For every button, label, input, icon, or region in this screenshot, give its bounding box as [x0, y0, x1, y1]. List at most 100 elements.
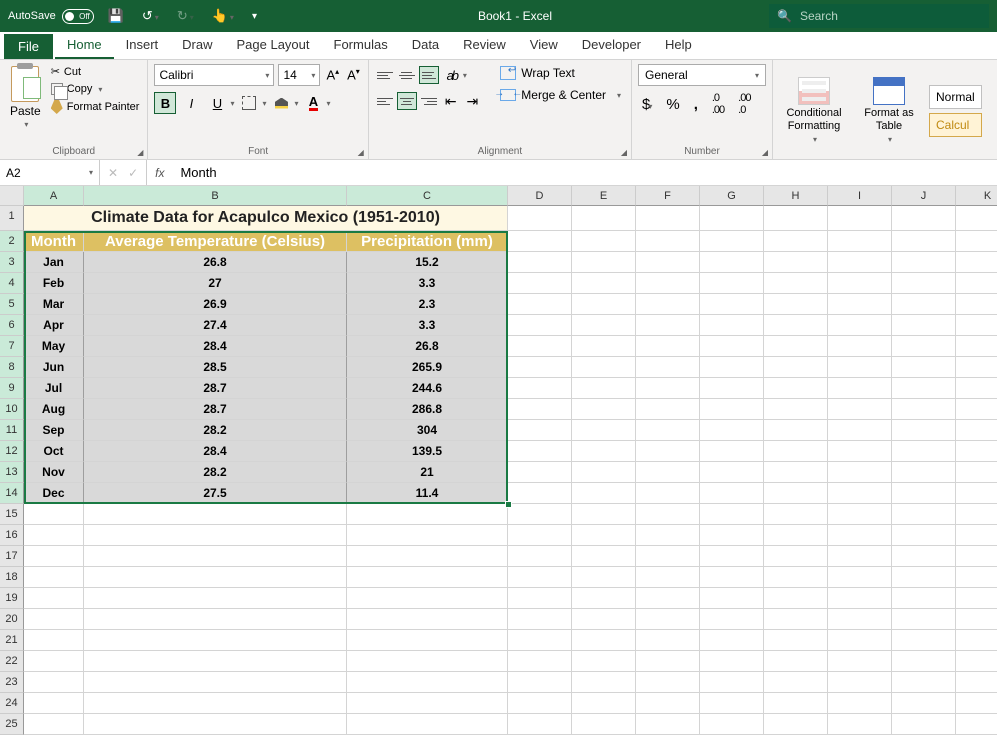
- cell-precip[interactable]: 21: [347, 462, 508, 483]
- row-header-1[interactable]: 1: [0, 206, 24, 231]
- cell[interactable]: [956, 336, 997, 357]
- cell-temp[interactable]: 28.2: [84, 462, 347, 483]
- cell-month[interactable]: Jun: [24, 357, 84, 378]
- cell[interactable]: [508, 525, 572, 546]
- format-painter-button[interactable]: Format Painter: [49, 99, 142, 115]
- increase-font-icon[interactable]: A▴: [324, 67, 341, 82]
- cell[interactable]: [572, 630, 636, 651]
- cell[interactable]: [828, 252, 892, 273]
- cell[interactable]: [508, 504, 572, 525]
- cell[interactable]: [84, 525, 347, 546]
- cell[interactable]: [572, 588, 636, 609]
- cell-month[interactable]: Sep: [24, 420, 84, 441]
- cell[interactable]: [892, 336, 956, 357]
- cell[interactable]: [636, 336, 700, 357]
- cell[interactable]: [764, 609, 828, 630]
- cell[interactable]: [636, 378, 700, 399]
- cell[interactable]: [764, 546, 828, 567]
- cell[interactable]: [572, 504, 636, 525]
- cell[interactable]: [508, 252, 572, 273]
- cell[interactable]: [828, 336, 892, 357]
- cell[interactable]: [347, 693, 508, 714]
- cell[interactable]: [572, 420, 636, 441]
- cell[interactable]: [572, 567, 636, 588]
- cut-button[interactable]: Cut: [49, 64, 142, 79]
- cell-temp[interactable]: 28.4: [84, 441, 347, 462]
- cell[interactable]: [956, 420, 997, 441]
- cell[interactable]: [700, 336, 764, 357]
- cell[interactable]: [764, 462, 828, 483]
- title-cell[interactable]: Climate Data for Acapulco Mexico (1951-2…: [24, 206, 508, 231]
- cell-temp[interactable]: 28.7: [84, 399, 347, 420]
- cell[interactable]: [828, 399, 892, 420]
- cell-month[interactable]: May: [24, 336, 84, 357]
- cell-temp[interactable]: 26.9: [84, 294, 347, 315]
- cell[interactable]: [892, 441, 956, 462]
- cell[interactable]: [24, 651, 84, 672]
- italic-button[interactable]: I: [180, 92, 202, 114]
- cell[interactable]: [700, 462, 764, 483]
- cell[interactable]: [572, 252, 636, 273]
- cell-temp[interactable]: 28.2: [84, 420, 347, 441]
- tab-page-layout[interactable]: Page Layout: [225, 32, 322, 59]
- cell[interactable]: [956, 525, 997, 546]
- cell[interactable]: [892, 420, 956, 441]
- cell[interactable]: [828, 525, 892, 546]
- cell[interactable]: [828, 693, 892, 714]
- cell[interactable]: [636, 672, 700, 693]
- number-launcher-icon[interactable]: ◢: [762, 148, 768, 157]
- header-temp[interactable]: Average Temperature (Celsius): [84, 231, 347, 252]
- cell[interactable]: [508, 546, 572, 567]
- percent-button[interactable]: %: [662, 96, 683, 113]
- cell[interactable]: [892, 567, 956, 588]
- cell[interactable]: [636, 462, 700, 483]
- undo-icon[interactable]: ↺▾: [138, 8, 163, 24]
- cell[interactable]: [572, 651, 636, 672]
- cell[interactable]: [508, 231, 572, 252]
- cell[interactable]: [508, 315, 572, 336]
- autosave-toggle[interactable]: AutoSave Off: [8, 9, 94, 24]
- cell[interactable]: [956, 651, 997, 672]
- cell-month[interactable]: Apr: [24, 315, 84, 336]
- row-header-16[interactable]: 16: [0, 525, 24, 546]
- clipboard-launcher-icon[interactable]: ◢: [137, 148, 143, 157]
- cell[interactable]: [892, 399, 956, 420]
- cell[interactable]: [84, 693, 347, 714]
- fx-icon[interactable]: fx: [147, 160, 172, 185]
- cell[interactable]: [84, 588, 347, 609]
- cell[interactable]: [347, 525, 508, 546]
- cell[interactable]: [24, 546, 84, 567]
- cell[interactable]: [636, 357, 700, 378]
- cell[interactable]: [700, 273, 764, 294]
- cell[interactable]: [347, 567, 508, 588]
- cell[interactable]: [508, 357, 572, 378]
- cell-temp[interactable]: 28.7: [84, 378, 347, 399]
- cell[interactable]: [892, 252, 956, 273]
- cell[interactable]: [24, 714, 84, 735]
- cell[interactable]: [700, 525, 764, 546]
- cell[interactable]: [956, 206, 997, 231]
- cell[interactable]: [636, 273, 700, 294]
- font-size-select[interactable]: 14▾: [278, 64, 320, 86]
- search-box[interactable]: 🔍 Search: [769, 4, 989, 28]
- cell[interactable]: [828, 609, 892, 630]
- column-header-C[interactable]: C: [347, 186, 508, 206]
- cell[interactable]: [508, 588, 572, 609]
- cell[interactable]: [508, 651, 572, 672]
- name-box[interactable]: A2▾: [0, 160, 100, 185]
- cell[interactable]: [892, 273, 956, 294]
- cell[interactable]: [700, 693, 764, 714]
- cell-precip[interactable]: 265.9: [347, 357, 508, 378]
- cell-precip[interactable]: 3.3: [347, 315, 508, 336]
- fill-color-button[interactable]: [270, 92, 292, 114]
- cell[interactable]: [636, 399, 700, 420]
- cell[interactable]: [764, 294, 828, 315]
- row-header-21[interactable]: 21: [0, 630, 24, 651]
- cell[interactable]: [572, 315, 636, 336]
- cell[interactable]: [636, 206, 700, 231]
- cell[interactable]: [700, 588, 764, 609]
- cell[interactable]: [828, 651, 892, 672]
- comma-button[interactable]: ,: [690, 96, 702, 113]
- cell[interactable]: [636, 630, 700, 651]
- align-right-button[interactable]: [419, 92, 439, 110]
